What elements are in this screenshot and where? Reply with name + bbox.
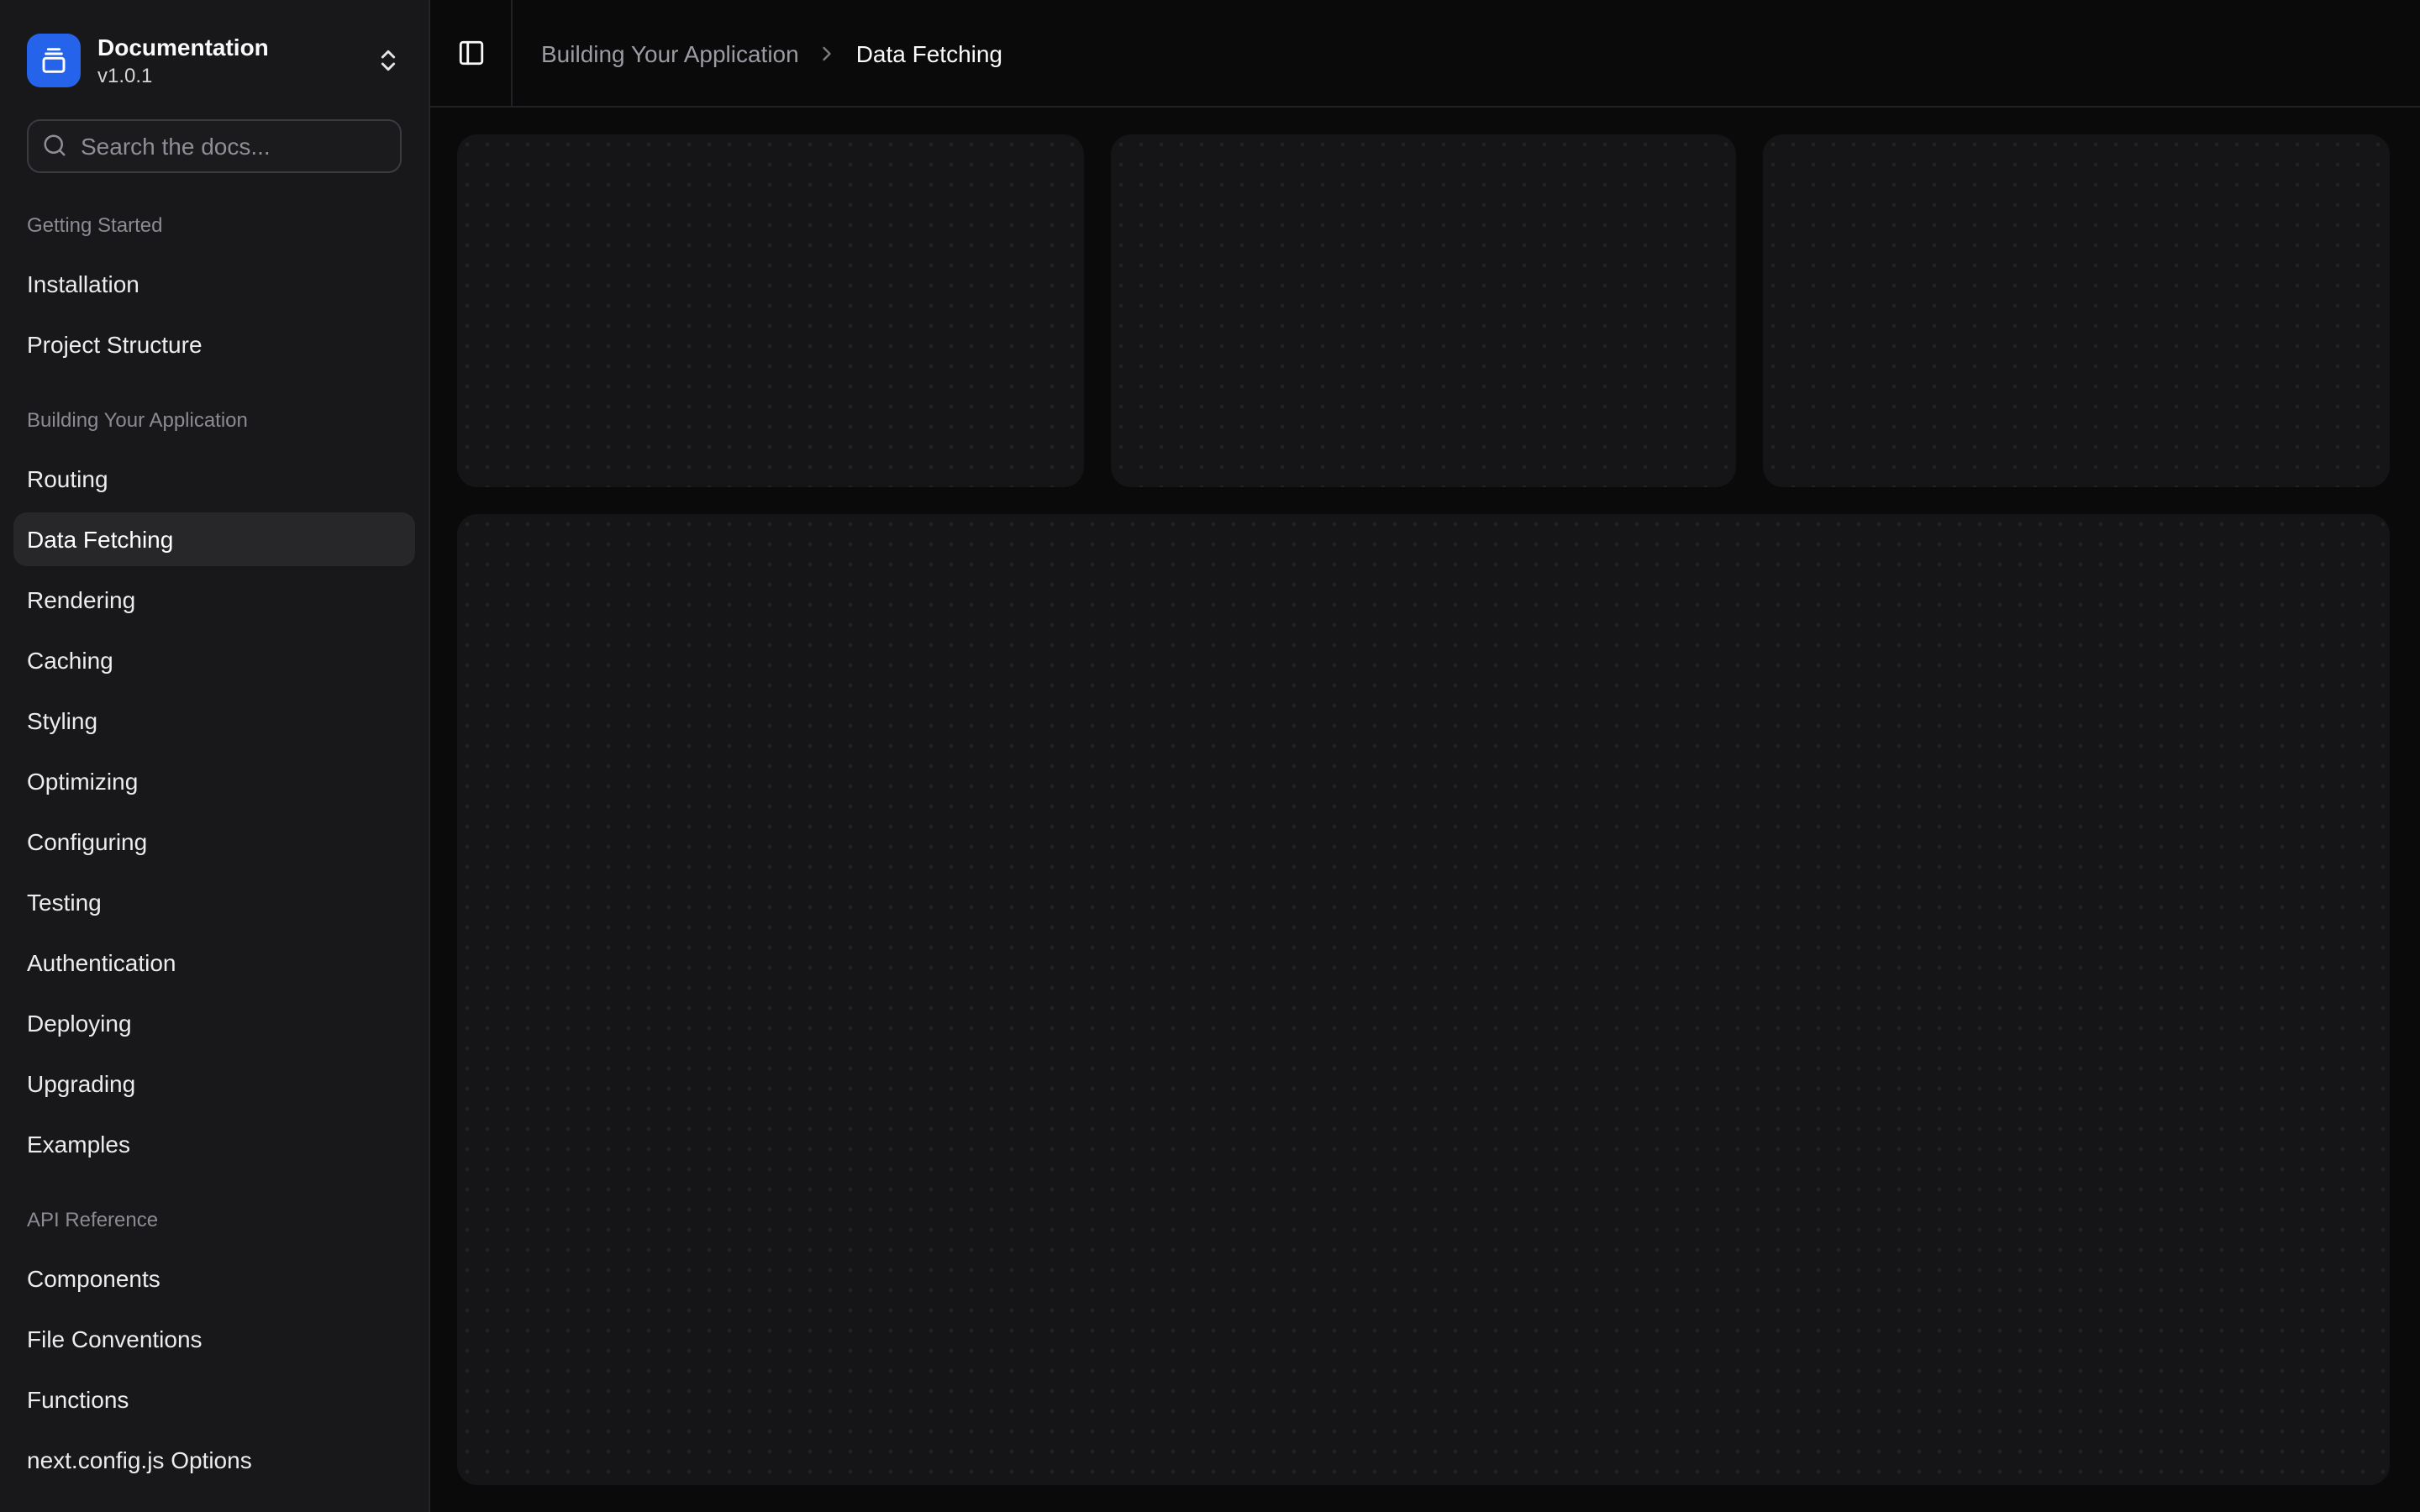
sidebar-group-getting-started: Getting Started Installation Project Str… (13, 199, 415, 370)
placeholder-card (457, 134, 1083, 486)
breadcrumb-current: Data Fetching (856, 39, 1002, 66)
sidebar-item-rendering[interactable]: Rendering (13, 572, 415, 626)
sidebar-item-configuring[interactable]: Configuring (13, 814, 415, 868)
app-title: Documentation (97, 34, 269, 63)
sidebar-item-deploying[interactable]: Deploying (13, 995, 415, 1049)
sidebar-group-label: Getting Started (13, 199, 415, 249)
sidebar-item-data-fetching[interactable]: Data Fetching (13, 512, 415, 565)
menu-list: Routing Data Fetching Rendering Caching … (13, 451, 415, 1170)
sidebar-item-styling[interactable]: Styling (13, 693, 415, 747)
sidebar-item-optimizing[interactable]: Optimizing (13, 753, 415, 807)
placeholder-card (1764, 134, 2390, 486)
breadcrumb-parent[interactable]: Building Your Application (541, 39, 799, 66)
sidebar: Documentation v1.0.1 Getting Started (0, 0, 430, 1512)
sidebar-item-components[interactable]: Components (13, 1251, 415, 1305)
sidebar-item-project-structure[interactable]: Project Structure (13, 317, 415, 370)
doc-version-switcher[interactable]: Documentation v1.0.1 (13, 20, 415, 102)
chevron-right-icon (816, 41, 839, 65)
sidebar-toggle-button[interactable] (447, 29, 494, 76)
sidebar-item-routing[interactable]: Routing (13, 451, 415, 505)
placeholder-panel (457, 513, 2390, 1485)
gallery-vertical-end-icon (27, 34, 81, 88)
sidebar-group-building-your-application: Building Your Application Routing Data F… (13, 394, 415, 1170)
sidebar-header-text: Documentation v1.0.1 (97, 34, 269, 88)
sidebar-nav: Getting Started Installation Project Str… (0, 179, 429, 1512)
sidebar-group-label: API Reference (13, 1194, 415, 1244)
breadcrumb: Building Your Application Data Fetching (513, 0, 1002, 106)
sidebar-item-caching[interactable]: Caching (13, 633, 415, 686)
chevrons-up-down-icon (375, 48, 402, 75)
placeholder-cards-row (457, 134, 2390, 486)
sidebar-item-installation[interactable]: Installation (13, 256, 415, 310)
panel-left-icon (456, 39, 485, 67)
search-box (27, 118, 402, 172)
sidebar-group-label: Building Your Application (13, 394, 415, 444)
sidebar-item-functions[interactable]: Functions (13, 1372, 415, 1425)
app-root: Documentation v1.0.1 Getting Started (0, 0, 2420, 1512)
sidebar-toggle-cell (430, 0, 513, 106)
placeholder-card (1110, 134, 1736, 486)
main-area: Building Your Application Data Fetching (430, 0, 2420, 1512)
sidebar-item-authentication[interactable]: Authentication (13, 935, 415, 989)
sidebar-item-file-conventions[interactable]: File Conventions (13, 1311, 415, 1365)
sidebar-group-api-reference: API Reference Components File Convention… (13, 1194, 415, 1486)
main-header: Building Your Application Data Fetching (430, 0, 2420, 108)
menu-list: Components File Conventions Functions ne… (13, 1251, 415, 1486)
page-content (430, 108, 2420, 1512)
app-version: v1.0.1 (97, 63, 269, 88)
sidebar-item-next-config-js-options[interactable]: next.config.js Options (13, 1432, 415, 1486)
sidebar-item-examples[interactable]: Examples (13, 1116, 415, 1170)
search-input[interactable] (27, 118, 402, 172)
sidebar-item-upgrading[interactable]: Upgrading (13, 1056, 415, 1110)
sidebar-item-testing[interactable]: Testing (13, 874, 415, 928)
menu-list: Installation Project Structure (13, 256, 415, 370)
